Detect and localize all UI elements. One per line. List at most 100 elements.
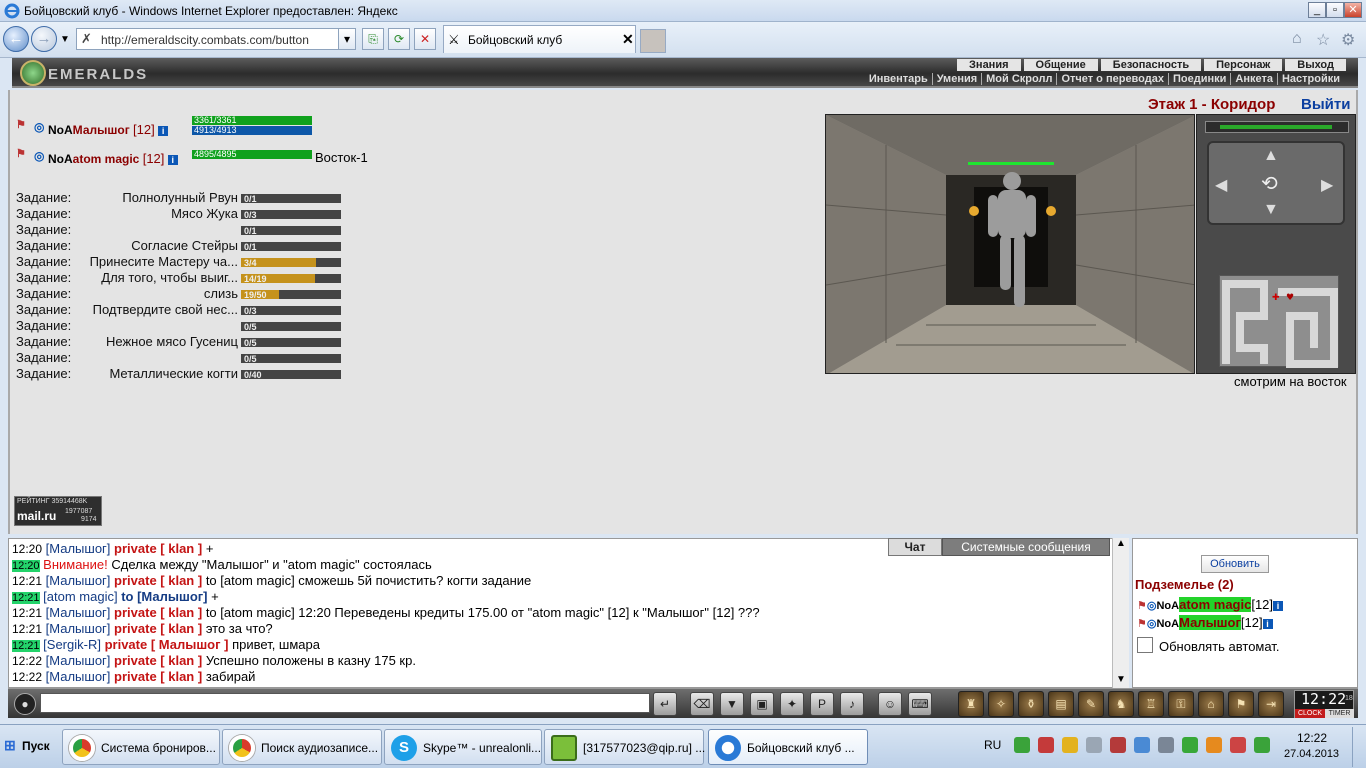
shop-icon[interactable]: ⌂ [1198, 691, 1224, 717]
tray-icon[interactable] [1038, 737, 1054, 753]
close-window-button[interactable]: ✕ [1344, 2, 1362, 18]
chat-time[interactable]: 12:20 [12, 560, 40, 572]
chat-time[interactable]: 12:21 [12, 574, 42, 588]
chat-time[interactable]: 12:21 [12, 606, 42, 620]
menu-my-scroll[interactable]: Мой Скролл [982, 73, 1058, 85]
menu-knowledge[interactable]: Знания [957, 59, 1021, 71]
chat-author[interactable]: [Малышог] [46, 621, 111, 636]
turn-left-icon[interactable]: ◀ [1215, 175, 1227, 195]
timer-button[interactable]: TIMER [1325, 709, 1354, 718]
scroll-down-icon[interactable]: ▼ [1116, 674, 1126, 685]
chat-time[interactable]: 12:21 [12, 592, 40, 604]
dungeon-view[interactable] [825, 114, 1195, 374]
language-indicator[interactable]: RU [984, 738, 1001, 752]
armor-icon[interactable]: ♖ [1138, 691, 1164, 717]
task-ie-active[interactable]: Бойцовский клуб ... [708, 729, 868, 765]
pl-filter-icon[interactable]: P [810, 692, 834, 716]
chat-time[interactable]: 12:21 [12, 622, 42, 636]
fight-icon[interactable]: ✦ [780, 692, 804, 716]
task-chrome-2[interactable]: Поиск аудиозаписе... [222, 729, 382, 765]
chat-author[interactable]: [Малышог] [46, 653, 111, 668]
tray-icon[interactable] [1014, 737, 1030, 753]
chat-time[interactable]: 12:22 [12, 670, 42, 684]
tray-icon[interactable] [1254, 737, 1270, 753]
system-time[interactable]: 12:22 [1297, 731, 1327, 745]
exit-link[interactable]: Выйти [1301, 96, 1350, 113]
back-button[interactable]: ← [3, 26, 29, 52]
smiley-icon[interactable]: ☺ [878, 692, 902, 716]
quest-name[interactable]: Согласие Стейры [78, 238, 238, 253]
chat-mode-icon[interactable]: ● [14, 693, 36, 715]
info-icon[interactable]: i [167, 154, 178, 165]
refresh-button[interactable]: Обновить [1201, 555, 1269, 573]
favorites-star-icon[interactable]: ☆ [1316, 30, 1330, 50]
menu-transfer-report[interactable]: Отчет о переводах [1057, 73, 1169, 85]
menu-communication[interactable]: Общение [1023, 59, 1098, 71]
user-name[interactable]: atom magic [1179, 597, 1252, 612]
turn-right-icon[interactable]: ▶ [1321, 175, 1333, 195]
minimize-button[interactable]: _ [1308, 2, 1326, 18]
menu-inventory[interactable]: Инвентарь [865, 73, 933, 85]
compat-view-icon[interactable]: ⎘ [362, 28, 384, 50]
system-date[interactable]: 27.04.2013 [1284, 748, 1339, 760]
chat-log[interactable]: 12:20 [Малышог] private [ klan ] +12:20 … [8, 538, 1128, 688]
menu-security[interactable]: Безопасность [1100, 59, 1202, 71]
tab-system-messages[interactable]: Системные сообщения [942, 538, 1110, 556]
refresh-icon[interactable]: ⟳ [388, 28, 410, 50]
chat-to-tag[interactable]: to [Малышог] [121, 589, 207, 604]
menu-profile[interactable]: Анкета [1231, 73, 1278, 85]
flag-icon[interactable]: ⚑ [1228, 691, 1254, 717]
tab-close-icon[interactable]: ✕ [622, 31, 634, 48]
move-back-icon[interactable]: ▼ [1263, 201, 1279, 219]
send-icon[interactable]: ↵ [653, 692, 677, 716]
quest-name[interactable]: Принесите Мастеру ча... [78, 254, 238, 269]
start-button[interactable]: ⊞ Пуск [2, 733, 54, 761]
task-chrome-1[interactable]: Система брониров... [62, 729, 220, 765]
user-name[interactable]: Малышог [1179, 615, 1241, 630]
potion-icon[interactable]: ⚱ [1018, 691, 1044, 717]
task-skype[interactable]: S Skype™ - unrealonli... [384, 729, 542, 765]
chat-author[interactable]: [atom magic] [43, 589, 117, 604]
menu-skills[interactable]: Умения [933, 73, 983, 85]
auto-refresh-checkbox[interactable] [1137, 637, 1153, 653]
menu-settings[interactable]: Настройки [1278, 73, 1344, 85]
chat-private-tag[interactable]: private [ klan ] [114, 541, 202, 556]
info-icon[interactable]: i [158, 125, 169, 136]
show-desktop-button[interactable] [1352, 727, 1364, 767]
chat-time[interactable]: 12:22 [12, 654, 42, 668]
tray-icon[interactable] [1230, 737, 1246, 753]
history-dropdown-icon[interactable]: ▼ [60, 34, 70, 45]
quest-name[interactable]: Металлические когти [78, 366, 238, 381]
quest-name[interactable]: Мясо Жука [78, 206, 238, 221]
settings-gear-icon[interactable]: ⚙ [1341, 30, 1355, 50]
tray-icon[interactable] [1062, 737, 1078, 753]
move-forward-icon[interactable]: ▲ [1263, 147, 1279, 165]
chat-time[interactable]: 12:21 [12, 640, 40, 652]
chat-author[interactable]: [Малышог] [46, 605, 111, 620]
sound-icon[interactable]: ♪ [840, 692, 864, 716]
tray-icon[interactable] [1134, 737, 1150, 753]
menu-exit[interactable]: Выход [1285, 59, 1346, 71]
chat-private-tag[interactable]: private [ klan ] [114, 621, 202, 636]
tab-chat[interactable]: Чат [888, 538, 942, 556]
quest-name[interactable]: слизь [78, 286, 238, 301]
network-icon[interactable] [1158, 737, 1174, 753]
quest-name[interactable]: Подтвердите свой нес... [78, 302, 238, 317]
chat-author[interactable]: [Малышог] [46, 541, 111, 556]
chat-author[interactable]: [Sergik-R] [43, 637, 101, 652]
rating-counter[interactable]: РЕЙТИНГ 35914468K mail.ru 1977087 9174 [14, 496, 102, 526]
bag-icon[interactable]: ♜ [958, 691, 984, 717]
address-dropdown-icon[interactable]: ▾ [338, 28, 356, 50]
tray-icon[interactable] [1110, 737, 1126, 753]
new-tab-button[interactable] [640, 29, 666, 53]
chest-icon[interactable]: ▤ [1048, 691, 1074, 717]
save-log-icon[interactable]: ▣ [750, 692, 774, 716]
scroll-icon[interactable]: ✎ [1078, 691, 1104, 717]
menu-character[interactable]: Персонаж [1204, 59, 1283, 71]
volume-icon[interactable] [1086, 737, 1102, 753]
wand-icon[interactable]: ✧ [988, 691, 1014, 717]
chat-private-tag[interactable]: private [ klan ] [114, 573, 202, 588]
chat-input[interactable] [40, 693, 650, 713]
chat-time[interactable]: 12:20 [12, 542, 42, 556]
forward-button[interactable]: → [31, 26, 57, 52]
